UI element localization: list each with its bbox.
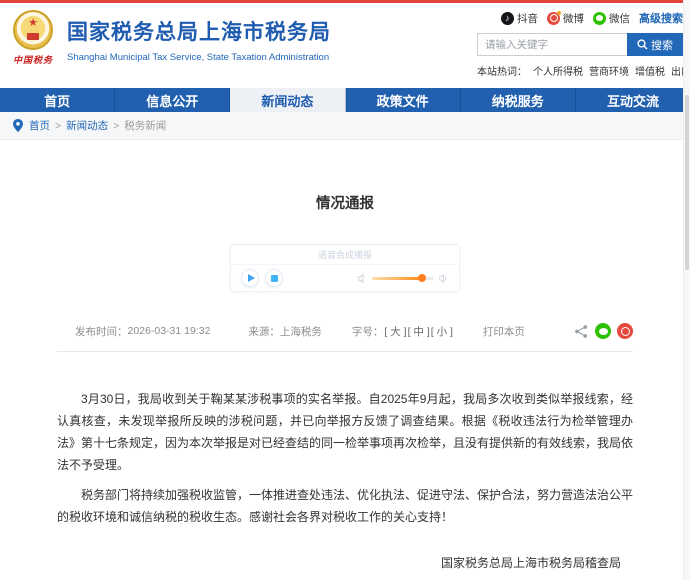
national-emblem-icon <box>13 10 53 50</box>
hot-words-row: 本站热词： 个人所得税 营商环境 增值税 出口退税 <box>477 63 690 78</box>
play-icon <box>247 274 255 282</box>
wechat-label: 微信 <box>609 12 630 25</box>
main-nav: 首页 信息公开 新闻动态 政策文件 纳税服务 互动交流 <box>0 88 690 112</box>
print-page-button[interactable]: 打印本页 <box>483 324 525 339</box>
emblem-block: 中国税务 <box>10 8 56 66</box>
wechat-link[interactable]: 微信 <box>593 11 630 26</box>
volume-low-icon <box>358 273 364 283</box>
wechat-share-icon[interactable] <box>595 323 611 339</box>
meta-divider <box>57 351 633 352</box>
nav-tab-news[interactable]: 新闻动态 <box>230 88 346 112</box>
nav-tab-interaction[interactable]: 互动交流 <box>576 88 690 112</box>
hot-words-label: 本站热词： <box>477 67 527 78</box>
search-bar: 搜索 <box>477 33 683 56</box>
weibo-link[interactable]: 微博 <box>547 10 584 26</box>
article-signature: 国家税务总局上海市税务局稽查局 <box>440 556 621 570</box>
audio-player-caption: 语音合成播报 <box>231 245 459 265</box>
volume-slider-fill <box>372 276 422 280</box>
search-input[interactable] <box>477 33 627 56</box>
audio-player-controls <box>231 265 459 291</box>
source-label: 来源： <box>248 325 280 338</box>
search-icon <box>637 39 648 50</box>
location-pin-icon <box>13 119 23 132</box>
article-title: 情况通报 <box>316 196 374 212</box>
share-group <box>574 323 633 339</box>
article-paragraph: 税务部门将持续加强税收监管，一体推进查处违法、优化执法、促进守法、保护合法，努力… <box>57 488 634 524</box>
site-header: 中国税务 国家税务总局上海市税务局 Shanghai Municipal Tax… <box>0 3 690 88</box>
volume-high-icon <box>439 273 447 283</box>
nav-tab-info-disclosure[interactable]: 信息公开 <box>115 88 231 112</box>
breadcrumb-current: 税务新闻 <box>124 120 167 132</box>
header-right: 抖音 微博 微信 高级搜索 <box>477 10 690 78</box>
publish-time-label: 发布时间： <box>75 325 128 338</box>
site-subtitle: Shanghai Municipal Tax Service, State Ta… <box>67 52 330 63</box>
font-size-label: 字号： <box>351 325 384 338</box>
page: 中国税务 国家税务总局上海市税务局 Shanghai Municipal Tax… <box>0 0 690 580</box>
douyin-icon <box>501 11 514 25</box>
breadcrumb-news[interactable]: 新闻动态 <box>66 118 108 133</box>
site-logo-home-link[interactable]: 中国税务 国家税务总局上海市税务局 Shanghai Municipal Tax… <box>10 8 331 66</box>
weibo-label: 微博 <box>563 12 584 25</box>
nav-tab-tax-service[interactable]: 纳税服务 <box>461 88 576 112</box>
weibo-share-icon[interactable] <box>617 323 633 339</box>
logo-caption: 中国税务 <box>12 55 53 65</box>
wechat-icon <box>593 11 606 25</box>
nav-tab-home[interactable]: 首页 <box>0 88 116 112</box>
volume-slider-track[interactable] <box>372 274 434 282</box>
play-button[interactable] <box>241 269 259 287</box>
social-row: 抖音 微博 微信 高级搜索 <box>477 10 683 26</box>
audio-player: 语音合成播报 <box>230 244 460 292</box>
site-title: 国家税务总局上海市税务局 <box>67 21 331 44</box>
scrollbar-thumb[interactable] <box>685 95 689 270</box>
article-paragraph: 3月30日，我局收到关于鞠某某涉税事项的实名举报。自2025年9月起，我局多次收… <box>57 392 634 472</box>
volume-slider-thumb[interactable] <box>417 274 426 282</box>
breadcrumb-separator: > <box>55 119 62 132</box>
font-size-medium-button[interactable]: [ 中 ] <box>408 324 430 339</box>
breadcrumb-separator: > <box>113 119 120 132</box>
scrollbar-track[interactable] <box>683 0 690 580</box>
volume-control <box>358 273 449 283</box>
share-icon[interactable] <box>574 324 589 339</box>
search-button-label: 搜索 <box>651 39 673 52</box>
hot-word-link[interactable]: 营商环境 <box>589 63 629 78</box>
publish-time-value: 2026-03-31 19:32 <box>127 325 211 337</box>
breadcrumb: 首页 > 新闻动态 > 税务新闻 <box>0 112 690 140</box>
hot-word-link[interactable]: 增值税 <box>635 63 665 78</box>
douyin-link[interactable]: 抖音 <box>501 11 538 26</box>
article-meta: 发布时间： 2026-03-31 19:32 来源： 上海税务 字号： [ 大 … <box>57 323 633 339</box>
stop-icon <box>270 274 278 282</box>
weibo-icon <box>547 10 561 25</box>
douyin-label: 抖音 <box>517 12 538 25</box>
source-value: 上海税务 <box>279 325 322 338</box>
font-size-large-button[interactable]: [ 大 ] <box>384 324 406 339</box>
stop-button[interactable] <box>265 269 283 287</box>
hot-word-link[interactable]: 个人所得税 <box>533 63 583 78</box>
advanced-search-link[interactable]: 高级搜索 <box>639 10 683 26</box>
article: 情况通报 语音合成播报 发布时间： 2026-03-31 19:32 来源： 上… <box>0 192 690 580</box>
search-button[interactable]: 搜索 <box>627 33 683 56</box>
breadcrumb-home[interactable]: 首页 <box>29 118 50 133</box>
site-titles: 国家税务总局上海市税务局 Shanghai Municipal Tax Serv… <box>67 16 331 63</box>
font-size-small-button[interactable]: [ 小 ] <box>431 324 453 339</box>
nav-tab-policy[interactable]: 政策文件 <box>346 88 461 112</box>
